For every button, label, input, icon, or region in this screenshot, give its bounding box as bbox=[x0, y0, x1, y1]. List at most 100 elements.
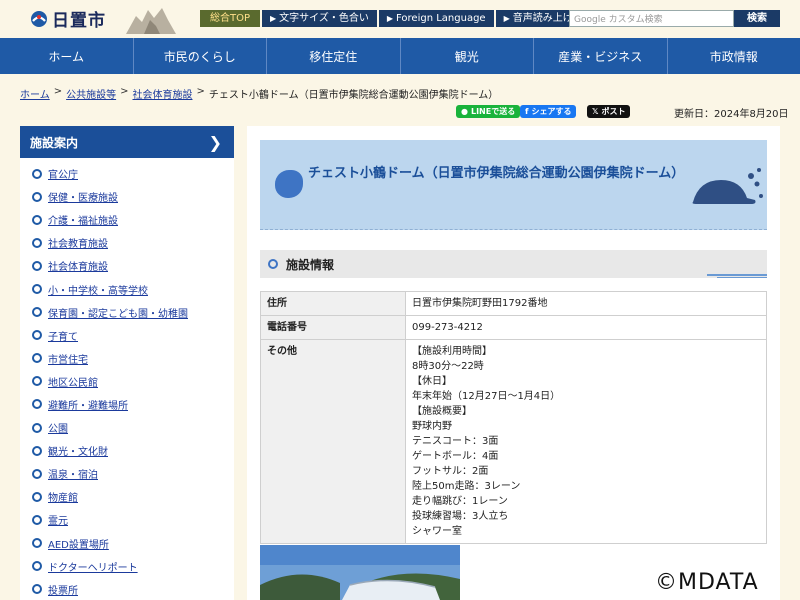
ring-bullet-icon bbox=[32, 260, 42, 271]
x-post-button[interactable]: 𝕏 ポスト bbox=[587, 105, 631, 118]
sidebar-item-link[interactable]: 社会体育施設 bbox=[48, 258, 108, 273]
table-row: その他 【施設利用時間】 8時30分～22時 【休日】 年末年始（12月27日～1月4日… bbox=[260, 339, 767, 544]
table-row: 電話番号 099-273-4212 bbox=[260, 315, 767, 340]
global-nav: ホーム 市民のくらし 移住定住 観光 産業・ビジネス 市政情報 bbox=[0, 38, 800, 74]
sidebar-item[interactable]: 社会体育施設 bbox=[20, 254, 234, 277]
sidebar-item[interactable]: 官公庁 bbox=[20, 162, 234, 185]
sidebar-item-link[interactable]: 霊元 bbox=[48, 512, 68, 527]
triangle-right-icon: ▶ bbox=[270, 14, 277, 23]
facility-info-table: 住所 日置市伊集院町野田1792番地電話番号 099-273-4212 その他 【施設利… bbox=[260, 291, 767, 544]
sidebar-item[interactable]: 保育園・認定こども園・幼稚園 bbox=[20, 301, 234, 324]
sidebar-item-link[interactable]: 保健・医療施設 bbox=[48, 189, 118, 204]
ring-bullet-icon bbox=[32, 307, 42, 318]
top-link-text-size[interactable]: ▶ 文字サイズ・色合い bbox=[262, 10, 377, 27]
table-key: その他 bbox=[260, 339, 406, 544]
sidebar-item-link[interactable]: 社会教育施設 bbox=[48, 235, 108, 250]
sidebar-item[interactable]: 公園 bbox=[20, 416, 234, 439]
sidebar-item[interactable]: 避難所・避難場所 bbox=[20, 393, 234, 416]
sidebar-item[interactable]: 介護・福祉施設 bbox=[20, 208, 234, 231]
search-button[interactable]: 検索 bbox=[734, 10, 780, 27]
ring-bullet-icon bbox=[32, 538, 42, 549]
sidebar-item-link[interactable]: 地区公民館 bbox=[48, 374, 98, 389]
turtle-icon bbox=[692, 168, 763, 204]
table-value-line: 走り幅跳び：1レーン bbox=[412, 496, 508, 507]
nav-tourism[interactable]: 観光 bbox=[401, 38, 534, 74]
nav-city-info[interactable]: 市政情報 bbox=[668, 38, 800, 74]
sidebar-item-link[interactable]: 保育園・認定こども園・幼稚園 bbox=[48, 305, 188, 320]
top-link-voice-reading[interactable]: ▶ 音声読み上げ bbox=[495, 10, 581, 27]
city-emblem-icon bbox=[31, 10, 47, 27]
share-label: ポスト bbox=[601, 107, 626, 116]
line-icon: ● bbox=[461, 107, 468, 116]
sidebar-item[interactable]: 物産館 bbox=[20, 485, 234, 508]
ring-bullet-icon bbox=[32, 468, 42, 479]
sidebar-item-link[interactable]: 子育て bbox=[48, 328, 78, 343]
sidebar-item[interactable]: 子育て bbox=[20, 324, 234, 347]
sidebar-item[interactable]: ドクターヘリポート bbox=[20, 555, 234, 578]
facility-photo bbox=[260, 545, 460, 600]
ring-bullet-icon bbox=[32, 284, 42, 295]
decorative-blob-icon bbox=[275, 170, 303, 198]
breadcrumb: ホーム > 公共施設等 > 社会体育施設 > チェスト小鶴ドーム（日置市伊集院総合運動… bbox=[20, 86, 498, 101]
sidebar-item-link[interactable]: 温泉・宿泊 bbox=[48, 466, 98, 481]
breadcrumb-separator: > bbox=[196, 86, 205, 97]
sidebar-item[interactable]: 霊元 bbox=[20, 508, 234, 531]
page-title: チェスト小鶴ドーム（日置市伊集院総合運動公園伊集院ドーム） bbox=[308, 166, 685, 181]
search-input[interactable]: Google カスタム検索 bbox=[569, 10, 734, 27]
sidebar-item-link[interactable]: 官公庁 bbox=[48, 166, 78, 181]
nav-living[interactable]: 市民のくらし bbox=[134, 38, 267, 74]
breadcrumb-public-facilities[interactable]: 公共施設等 bbox=[66, 86, 116, 101]
table-value: 日置市伊集院町野田1792番地 bbox=[405, 291, 767, 316]
table-value-line: ゲートボール：4面 bbox=[412, 451, 499, 462]
ring-bullet-icon bbox=[32, 514, 42, 525]
sidebar-item-link[interactable]: 市営住宅 bbox=[48, 351, 88, 366]
sidebar-item-link[interactable]: ドクターヘリポート bbox=[48, 559, 138, 574]
sidebar-title[interactable]: 施設案内 ❯ bbox=[20, 126, 234, 158]
table-value: 【施設利用時間】 8時30分～22時 【休日】 年末年始（12月27日～1月4日） 【施… bbox=[405, 339, 767, 544]
sidebar-item-link[interactable]: 小・中学校・高等学校 bbox=[48, 282, 148, 297]
ring-bullet-icon bbox=[32, 399, 42, 410]
nav-home[interactable]: ホーム bbox=[0, 38, 134, 74]
sidebar-item-link[interactable]: 投票所 bbox=[48, 582, 78, 597]
sidebar-item[interactable]: 小・中学校・高等学校 bbox=[20, 277, 234, 300]
table-value-line: フットサル：2面 bbox=[412, 466, 489, 477]
sidebar-item[interactable]: 社会教育施設 bbox=[20, 231, 234, 254]
site-logo[interactable]: 日置市 bbox=[30, 6, 106, 31]
nav-relocation[interactable]: 移住定住 bbox=[267, 38, 401, 74]
top-link-foreign-language[interactable]: ▶ Foreign Language bbox=[378, 10, 494, 27]
sidebar-item[interactable]: 観光・文化財 bbox=[20, 439, 234, 462]
breadcrumb-sports-facilities[interactable]: 社会体育施設 bbox=[132, 86, 192, 101]
top-link-home[interactable]: 総合TOP bbox=[200, 10, 261, 27]
breadcrumb-home[interactable]: ホーム bbox=[20, 86, 50, 101]
sidebar-item-link[interactable]: 介護・福祉施設 bbox=[48, 212, 118, 227]
table-key: 住所 bbox=[260, 291, 406, 316]
sidebar-item[interactable]: 市営住宅 bbox=[20, 347, 234, 370]
samurai-statue-icon bbox=[126, 8, 176, 34]
ring-bullet-icon bbox=[32, 584, 42, 595]
table-value-line: 【施設概要】 bbox=[412, 406, 472, 417]
sidebar-item-link[interactable]: AED設置場所 bbox=[48, 536, 109, 551]
sidebar-item-link[interactable]: 公園 bbox=[48, 420, 68, 435]
nav-business[interactable]: 産業・ビジネス bbox=[534, 38, 668, 74]
triangle-right-icon: ▶ bbox=[386, 14, 394, 23]
sidebar-item[interactable]: 投票所 bbox=[20, 578, 234, 600]
sidebar-item-link[interactable]: 避難所・避難場所 bbox=[48, 397, 128, 412]
facebook-share-button[interactable]: f シェアする bbox=[520, 105, 577, 118]
sidebar-item-link[interactable]: 観光・文化財 bbox=[48, 443, 108, 458]
table-value-line: シャワー室 bbox=[412, 526, 462, 537]
utility-links: 総合TOP ▶ 文字サイズ・色合い ▶ Foreign Language ▶ 音声読み… bbox=[200, 10, 581, 27]
top-link-label: Foreign Language bbox=[396, 13, 486, 24]
ring-bullet-icon bbox=[32, 445, 42, 456]
table-value-line: 投球練習場：3人立ち bbox=[412, 511, 509, 522]
ring-bullet-icon bbox=[32, 491, 42, 502]
sidebar-item[interactable]: 保健・医療施設 bbox=[20, 185, 234, 208]
sidebar-item[interactable]: AED設置場所 bbox=[20, 532, 234, 555]
table-value-line: 日置市伊集院町野田1792番地 bbox=[412, 298, 548, 309]
sidebar-item[interactable]: 地区公民館 bbox=[20, 370, 234, 393]
table-value-line: テニスコート：3面 bbox=[412, 436, 499, 447]
line-share-button[interactable]: ● LINEで送る bbox=[456, 105, 521, 118]
page-title-banner: チェスト小鶴ドーム（日置市伊集院総合運動公園伊集院ドーム） bbox=[260, 140, 767, 230]
sidebar-item[interactable]: 温泉・宿泊 bbox=[20, 462, 234, 485]
sidebar-item-link[interactable]: 物産館 bbox=[48, 489, 78, 504]
site-name: 日置市 bbox=[52, 11, 106, 31]
